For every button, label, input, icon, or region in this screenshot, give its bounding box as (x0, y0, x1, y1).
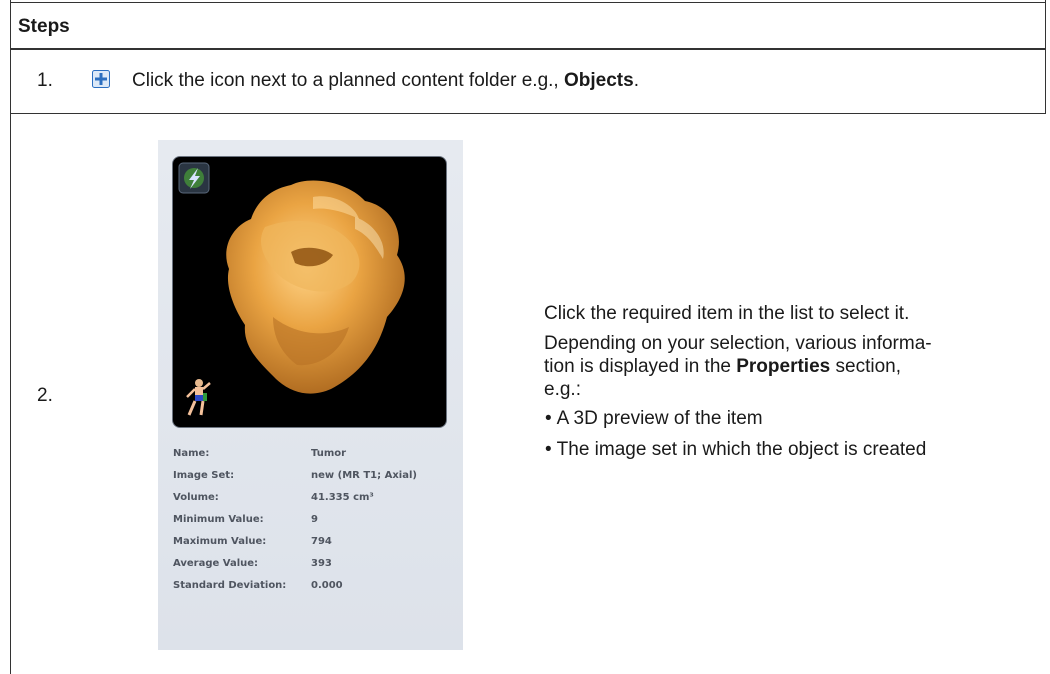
list-item: • The image set in which the object is cr… (545, 439, 927, 460)
row-separator (10, 113, 1046, 114)
patient-orientation-figure-icon (186, 379, 211, 416)
table-top-border (10, 2, 1046, 3)
table-right-border (1045, 0, 1046, 114)
property-row: Name: Tumor (173, 448, 347, 459)
property-row: Average Value: 393 (173, 558, 332, 569)
property-row: Maximum Value: 794 (173, 536, 332, 547)
tumor-3d-model (226, 180, 405, 394)
lightning-orientation-icon (178, 162, 210, 194)
property-row: Volume: 41.335 cm³ (173, 492, 374, 503)
list-item: • A 3D preview of the item (545, 408, 763, 429)
step-2-description: Click the required item in the list to s… (544, 302, 1039, 469)
header-separator (10, 48, 1046, 50)
instruction-text: Click the required item in the list to s… (544, 303, 910, 324)
property-row: Standard Deviation: 0.000 (173, 580, 343, 591)
info-bullet-list: • A 3D preview of the item • The image set… (544, 407, 1039, 461)
step-1-number: 1. (37, 70, 53, 91)
table-header-title: Steps (18, 16, 70, 37)
properties-explanation: Depending on your selection, various inf… (544, 333, 932, 400)
property-row: Image Set: new (MR T1; Axial) (173, 470, 417, 481)
3d-preview-viewer (173, 157, 446, 427)
steps-table: Steps 1. Click the icon next to a planne… (0, 0, 1050, 674)
properties-panel-screenshot: Name: Tumor Image Set: new (MR T1; Axial) … (158, 140, 463, 650)
objects-term: Objects (564, 70, 634, 91)
property-row: Minimum Value: 9 (173, 514, 318, 525)
step-1-text: Click the icon next to a planned content… (132, 70, 639, 91)
properties-list: Name: Tumor Image Set: new (MR T1; Axial) … (173, 443, 453, 597)
properties-term: Properties (736, 356, 831, 377)
expand-plus-icon (92, 70, 110, 88)
step-2-number: 2. (37, 385, 53, 406)
table-left-border (10, 0, 11, 674)
